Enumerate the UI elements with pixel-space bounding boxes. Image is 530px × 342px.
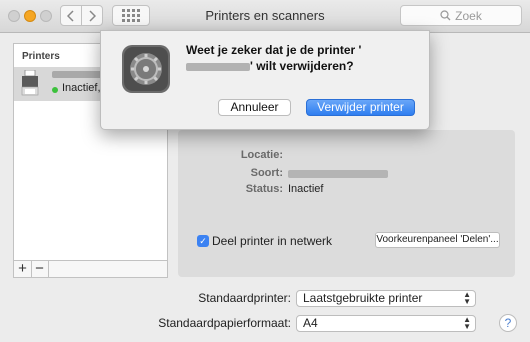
printers-list-header: Printers: [22, 51, 60, 62]
updown-arrows-icon: ▲ ▼: [463, 290, 471, 306]
dialog-message-end: ' wilt verwijderen?: [250, 59, 354, 73]
sharing-preferences-button[interactable]: Voorkeurenpaneel 'Delen'...: [375, 232, 500, 248]
paper-size-label: Standaardpapierformaat:: [158, 316, 291, 330]
search-field[interactable]: Zoek: [400, 5, 522, 26]
type-label: Soort:: [250, 167, 283, 179]
gear-icon: [122, 45, 170, 93]
printer-icon: [21, 70, 39, 96]
status-value: Inactief: [288, 183, 324, 195]
help-button[interactable]: ?: [499, 314, 517, 332]
redacted-printer-name: [186, 62, 250, 71]
updown-arrows-icon: ▲ ▼: [463, 315, 471, 331]
add-printer-button[interactable]: +: [14, 261, 32, 277]
remove-printer-confirm-button[interactable]: Verwijder printer: [306, 99, 415, 116]
status-label: Status:: [245, 183, 283, 195]
redacted-type-value: [288, 170, 388, 178]
search-icon: [440, 10, 451, 21]
add-remove-bar: + −: [13, 261, 168, 278]
search-placeholder: Zoek: [455, 8, 482, 23]
status-indicator: [52, 87, 58, 93]
title-bar: Printers en scanners Zoek: [0, 0, 530, 33]
redacted-printer-name: [52, 71, 107, 78]
share-printer-label[interactable]: Deel printer in netwerk: [212, 234, 332, 248]
cancel-button[interactable]: Annuleer: [218, 99, 291, 116]
remove-printer-button[interactable]: −: [31, 261, 49, 277]
paper-size-value: A4: [303, 316, 318, 330]
default-printer-select[interactable]: Laatstgebruikte printer ▲ ▼: [296, 290, 476, 307]
location-label: Locatie:: [240, 149, 283, 161]
dialog-message: Weet je zeker dat je de printer ' ' wilt …: [186, 42, 421, 74]
default-printer-label: Standaardprinter:: [198, 291, 291, 305]
dialog-message-start: Weet je zeker dat je de printer ': [186, 43, 362, 57]
share-printer-checkbox[interactable]: ✓: [197, 235, 209, 247]
confirm-remove-dialog: Weet je zeker dat je de printer ' ' wilt …: [100, 30, 430, 130]
paper-size-select[interactable]: A4 ▲ ▼: [296, 315, 476, 332]
default-printer-value: Laatstgebruikte printer: [303, 291, 423, 305]
